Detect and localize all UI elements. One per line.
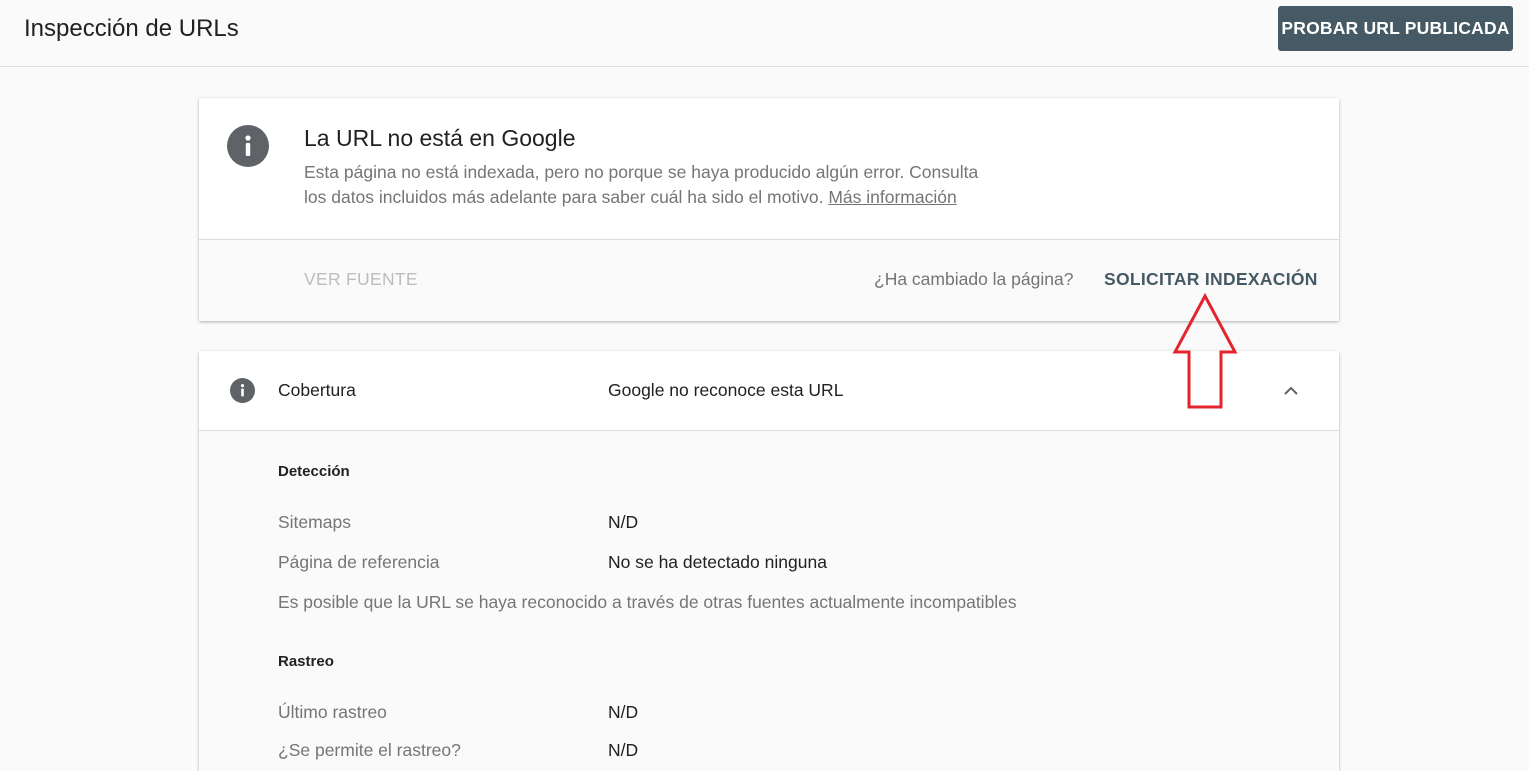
crawl-allowed-label: ¿Se permite el rastreo? [278, 740, 461, 760]
last-crawl-label: Último rastreo [278, 702, 387, 722]
test-live-url-button[interactable]: PROBAR URL PUBLICADA [1278, 6, 1513, 51]
page-title: Inspección de URLs [24, 15, 239, 42]
index-status-card: La URL no está en Google Esta página no … [199, 98, 1339, 321]
view-source-button[interactable]: VER FUENTE [304, 269, 418, 290]
status-title: La URL no está en Google [304, 125, 576, 151]
coverage-label: Cobertura [278, 380, 356, 400]
request-indexing-button[interactable]: SOLICITAR INDEXACIÓN [1104, 269, 1318, 290]
coverage-status: Google no reconoce esta URL [608, 380, 844, 400]
sitemaps-value: N/D [608, 512, 639, 532]
coverage-header[interactable]: Cobertura Google no reconoce esta URL [199, 351, 1339, 431]
coverage-card: Cobertura Google no reconoce esta URL De… [199, 351, 1339, 771]
status-actions-bar: VER FUENTE ¿Ha cambiado la página? SOLIC… [199, 240, 1339, 321]
detection-note: Es posible que la URL se haya reconocido… [278, 592, 1017, 612]
crawl-heading: Rastreo [278, 653, 334, 670]
status-description-line-1: Esta página no está indexada, pero no po… [304, 162, 979, 182]
page-changed-question: ¿Ha cambiado la página? [874, 269, 1074, 289]
info-icon [227, 125, 269, 167]
info-icon [230, 378, 255, 403]
crawl-allowed-value: N/D [608, 740, 639, 760]
referring-page-value: No se ha detectado ninguna [608, 552, 827, 572]
sitemaps-label: Sitemaps [278, 512, 351, 532]
last-crawl-value: N/D [608, 702, 639, 722]
top-bar: Inspección de URLs PROBAR URL PUBLICADA [0, 0, 1529, 67]
detection-heading: Detección [278, 463, 350, 480]
referring-page-label: Página de referencia [278, 552, 440, 572]
coverage-details: Detección Sitemaps N/D Página de referen… [199, 431, 1339, 771]
status-description-line-2: los datos incluidos más adelante para sa… [304, 187, 824, 207]
more-info-link[interactable]: Más información [828, 187, 956, 207]
status-description: Esta página no está indexada, pero no po… [304, 160, 1044, 210]
chevron-up-icon[interactable] [1281, 381, 1301, 401]
